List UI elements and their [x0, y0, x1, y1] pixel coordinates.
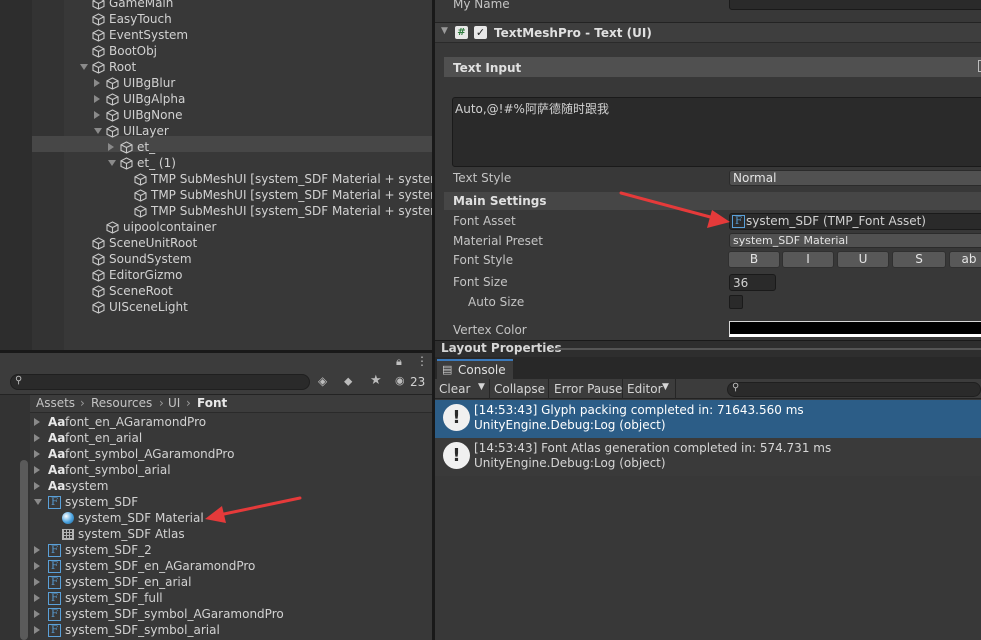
- annotation-arrows: [205, 191, 730, 523]
- arrow-to-sdf-material: [205, 496, 302, 523]
- arrow-to-font-asset: [619, 191, 730, 228]
